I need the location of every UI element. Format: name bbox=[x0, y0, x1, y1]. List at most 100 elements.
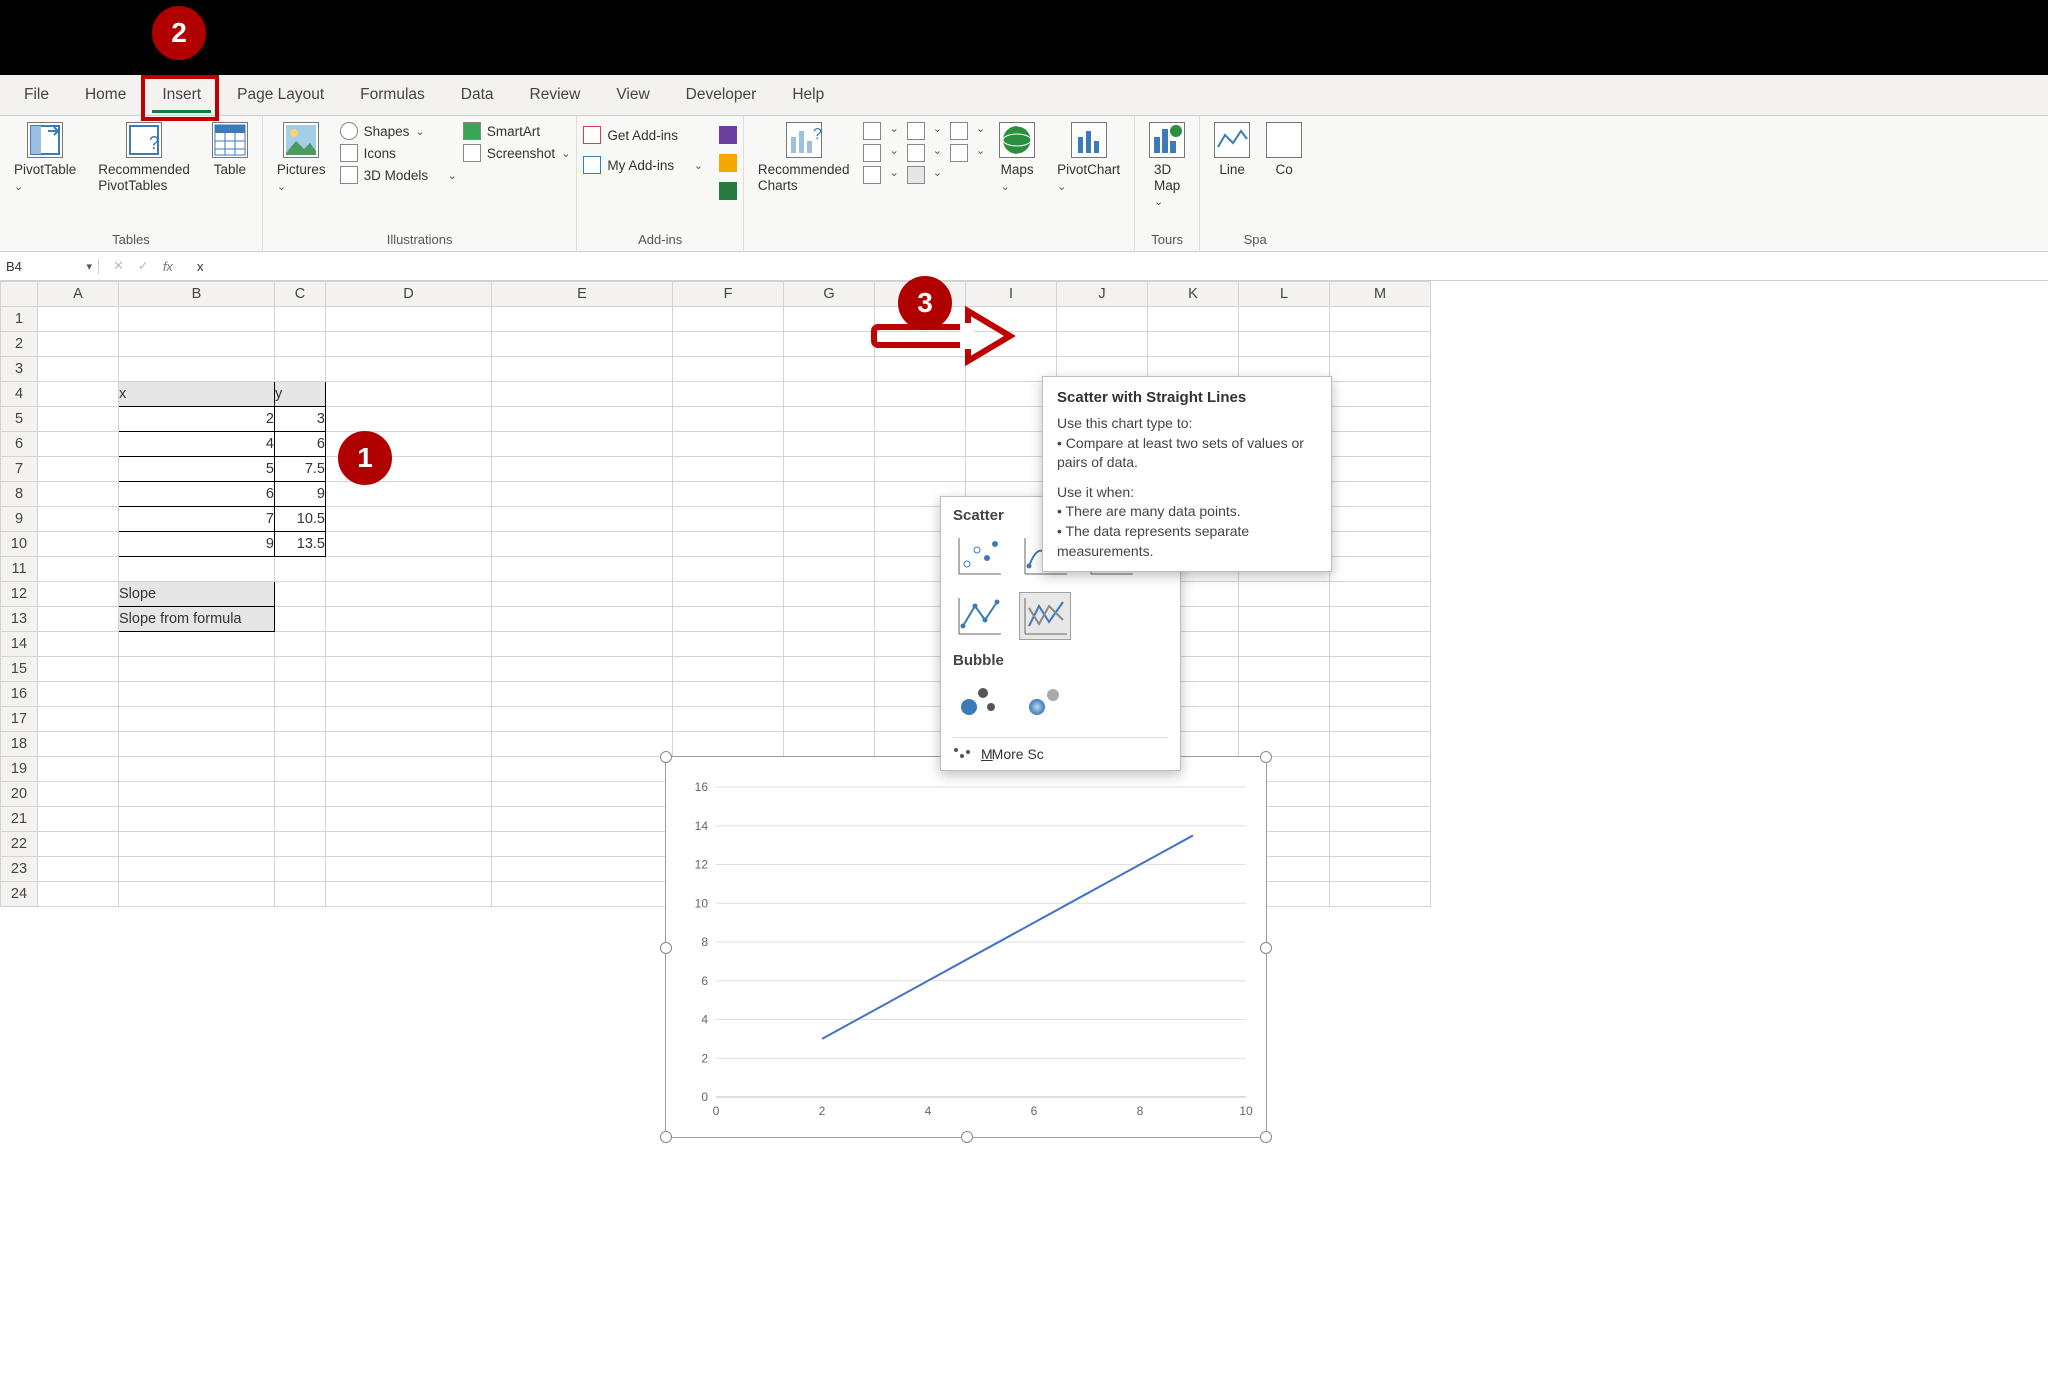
cell[interactable] bbox=[275, 607, 326, 632]
cell[interactable] bbox=[784, 632, 875, 657]
cell[interactable] bbox=[326, 382, 492, 407]
cell[interactable] bbox=[784, 382, 875, 407]
recommended-charts-button[interactable]: ? Recommended Charts bbox=[750, 120, 858, 195]
cell[interactable] bbox=[673, 482, 784, 507]
cell[interactable]: x bbox=[119, 382, 275, 407]
cell[interactable] bbox=[38, 557, 119, 582]
scatter-option-straight-markers[interactable] bbox=[953, 592, 1005, 640]
cell[interactable] bbox=[326, 357, 492, 382]
cell[interactable] bbox=[119, 682, 275, 707]
recommended-pivottables-button[interactable]: ? Recommended PivotTables bbox=[90, 120, 198, 195]
cell[interactable] bbox=[784, 307, 875, 332]
resize-handle[interactable] bbox=[1260, 942, 1272, 954]
column-header[interactable]: L bbox=[1239, 282, 1330, 307]
row-header[interactable]: 16 bbox=[1, 682, 38, 707]
cell[interactable] bbox=[38, 332, 119, 357]
cell[interactable] bbox=[275, 782, 326, 807]
cell[interactable] bbox=[875, 457, 966, 482]
people-addin-icon[interactable] bbox=[719, 182, 737, 200]
cell[interactable] bbox=[492, 457, 673, 482]
tab-page-layout[interactable]: Page Layout bbox=[219, 78, 342, 112]
cell[interactable] bbox=[673, 532, 784, 557]
cell[interactable] bbox=[119, 357, 275, 382]
cell[interactable] bbox=[38, 482, 119, 507]
name-box[interactable]: B4 ▾ bbox=[0, 259, 99, 274]
cell[interactable] bbox=[38, 607, 119, 632]
cell[interactable] bbox=[38, 357, 119, 382]
cell[interactable] bbox=[1330, 482, 1431, 507]
cell[interactable] bbox=[784, 532, 875, 557]
chart-object[interactable]: 02468101214160246810 bbox=[665, 756, 1267, 1138]
cell[interactable] bbox=[1239, 332, 1330, 357]
column-header[interactable]: C bbox=[275, 282, 326, 307]
cell[interactable] bbox=[275, 582, 326, 607]
cell[interactable] bbox=[1330, 807, 1431, 832]
cell[interactable]: 6 bbox=[275, 432, 326, 457]
cell[interactable] bbox=[119, 757, 275, 782]
cell[interactable] bbox=[492, 807, 673, 832]
tab-file[interactable]: File bbox=[6, 78, 67, 112]
cell[interactable] bbox=[492, 857, 673, 882]
cell[interactable] bbox=[1057, 307, 1148, 332]
sparkline-line-button[interactable]: Line bbox=[1206, 120, 1258, 180]
cell[interactable] bbox=[119, 857, 275, 882]
row-header[interactable]: 11 bbox=[1, 557, 38, 582]
pivotchart-button[interactable]: PivotChart⌄ bbox=[1049, 120, 1128, 195]
cell[interactable] bbox=[326, 682, 492, 707]
row-header[interactable]: 8 bbox=[1, 482, 38, 507]
cell[interactable] bbox=[38, 707, 119, 732]
column-header[interactable]: F bbox=[673, 282, 784, 307]
cell[interactable] bbox=[1330, 707, 1431, 732]
cell[interactable] bbox=[38, 382, 119, 407]
cell[interactable] bbox=[492, 782, 673, 807]
row-header[interactable]: 22 bbox=[1, 832, 38, 857]
resize-handle[interactable] bbox=[1260, 1131, 1272, 1143]
cell[interactable] bbox=[38, 832, 119, 857]
icons-button[interactable]: Icons bbox=[340, 144, 457, 162]
row-header[interactable]: 4 bbox=[1, 382, 38, 407]
row-header[interactable]: 23 bbox=[1, 857, 38, 882]
cell[interactable] bbox=[275, 707, 326, 732]
cell[interactable] bbox=[1239, 682, 1330, 707]
cell[interactable]: 13.5 bbox=[275, 532, 326, 557]
cell[interactable] bbox=[326, 332, 492, 357]
cell[interactable] bbox=[673, 332, 784, 357]
cell[interactable] bbox=[784, 457, 875, 482]
resize-handle[interactable] bbox=[660, 1131, 672, 1143]
cell[interactable] bbox=[492, 557, 673, 582]
row-header[interactable]: 19 bbox=[1, 757, 38, 782]
hierarchy-chart-dropdown[interactable] bbox=[863, 144, 881, 162]
cell[interactable] bbox=[38, 782, 119, 807]
combo-chart-dropdown[interactable] bbox=[950, 144, 968, 162]
visio-addin-icon[interactable] bbox=[719, 126, 737, 144]
cell[interactable] bbox=[119, 557, 275, 582]
cell[interactable] bbox=[119, 832, 275, 857]
cell[interactable] bbox=[492, 332, 673, 357]
row-header[interactable]: 15 bbox=[1, 657, 38, 682]
cell[interactable] bbox=[326, 507, 492, 532]
cell[interactable] bbox=[326, 532, 492, 557]
row-header[interactable]: 18 bbox=[1, 732, 38, 757]
cell[interactable] bbox=[38, 632, 119, 657]
cell[interactable] bbox=[275, 332, 326, 357]
cell[interactable] bbox=[1330, 782, 1431, 807]
column-chart-dropdown[interactable] bbox=[863, 122, 881, 140]
cell[interactable] bbox=[673, 457, 784, 482]
row-header[interactable]: 10 bbox=[1, 532, 38, 557]
resize-handle[interactable] bbox=[961, 1131, 973, 1143]
cell[interactable] bbox=[119, 657, 275, 682]
cell[interactable] bbox=[784, 607, 875, 632]
scatter-option-straight[interactable] bbox=[1019, 592, 1071, 640]
cell[interactable] bbox=[1330, 557, 1431, 582]
resize-handle[interactable] bbox=[660, 751, 672, 763]
cell[interactable] bbox=[38, 682, 119, 707]
sparkline-column-button[interactable]: Co bbox=[1264, 120, 1304, 180]
cell[interactable] bbox=[492, 357, 673, 382]
cell[interactable] bbox=[673, 557, 784, 582]
chevron-down-icon[interactable]: ▾ bbox=[86, 260, 92, 273]
pivottable-button[interactable]: PivotTable⌄ bbox=[6, 120, 84, 195]
cell[interactable] bbox=[492, 582, 673, 607]
cell[interactable] bbox=[38, 407, 119, 432]
cell[interactable] bbox=[1330, 682, 1431, 707]
pie-chart-dropdown[interactable] bbox=[863, 166, 881, 184]
